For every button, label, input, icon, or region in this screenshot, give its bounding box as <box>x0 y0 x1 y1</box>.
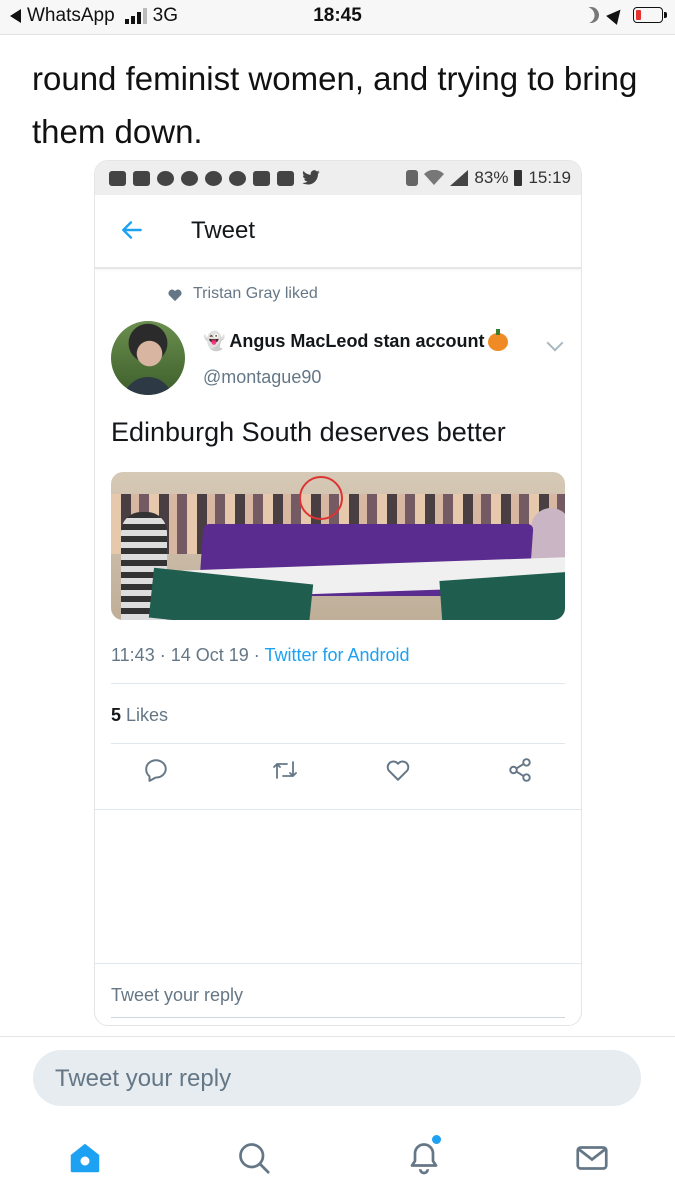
chat-notification-icon <box>157 170 174 186</box>
battery-icon <box>633 7 667 23</box>
messages-envelope-icon[interactable] <box>574 1140 610 1176</box>
notification-dot <box>432 1135 441 1144</box>
divider <box>95 963 581 964</box>
reply-input[interactable]: Tweet your reply <box>111 985 243 1006</box>
twitter-bird-icon <box>302 170 320 185</box>
android-battery-percent: 83% <box>474 168 509 187</box>
share-icon[interactable] <box>507 757 533 783</box>
divider <box>0 1036 675 1037</box>
divider <box>95 809 581 810</box>
back-arrow-icon[interactable] <box>119 217 145 243</box>
tweet-date: 14 Oct 19 <box>170 645 249 665</box>
like-icon[interactable] <box>385 757 411 783</box>
wifi-icon <box>424 170 445 185</box>
author-name-row[interactable]: 👻 Angus MacLeod stan account <box>203 328 509 352</box>
tweet-header: Tweet <box>95 195 581 269</box>
tweet-time: 11:43 <box>111 645 155 665</box>
location-icon <box>606 5 626 25</box>
divider <box>111 683 565 684</box>
chevron-down-icon[interactable] <box>546 334 564 352</box>
social-context: Tristan Gray liked <box>167 285 318 303</box>
android-status-time: 15:19 <box>528 168 571 187</box>
reply-field[interactable]: Tweet your reply <box>33 1050 641 1106</box>
home-icon[interactable] <box>66 1140 104 1176</box>
liked-by-label: Tristan Gray liked <box>193 285 318 302</box>
tweet-photo[interactable] <box>111 472 565 620</box>
author-handle[interactable]: @montague90 <box>203 367 321 388</box>
reply-icon[interactable] <box>143 757 169 783</box>
vibrate-icon <box>406 170 419 186</box>
heart-filled-icon <box>168 289 182 301</box>
retweet-icon[interactable] <box>271 757 299 783</box>
likes-count-row[interactable]: 5 Likes <box>111 705 168 726</box>
tweet-meta: 11:43 · 14 Oct 19 · Twitter for Android <box>111 645 410 665</box>
android-status-bar: 83% 15:19 <box>95 161 581 195</box>
ios-status-bar: WhatsApp 3G 18:45 <box>0 0 675 35</box>
intro-text: round feminist women, and trying to brin… <box>32 60 638 150</box>
embedded-screenshot: 83% 15:19 Tweet Tristan Gray liked 👻 Ang… <box>94 160 582 1026</box>
video-notification-icon <box>133 170 150 186</box>
red-circle-annotation <box>299 476 343 520</box>
tweet-source-link[interactable]: Twitter for Android <box>264 645 409 665</box>
header-title: Tweet <box>191 217 256 244</box>
status-time: 18:45 <box>313 5 362 26</box>
android-battery-icon <box>514 170 523 186</box>
bowl-notification-icon <box>181 170 198 186</box>
bowl-notification-icon <box>229 170 246 186</box>
bowl-notification-icon <box>205 170 222 186</box>
tweet-text: Edinburgh South deserves better <box>111 417 506 447</box>
app-notification-icon <box>109 170 126 186</box>
divider <box>111 743 565 744</box>
tweet-actions <box>95 757 581 797</box>
ghost-emoji-icon: 👻 <box>203 331 226 351</box>
mail-notification-icon <box>253 170 270 186</box>
likes-count: 5 <box>111 705 122 725</box>
gallery-notification-icon <box>277 170 294 186</box>
notifications-bell-icon[interactable] <box>406 1140 442 1176</box>
reply-field-placeholder: Tweet your reply <box>55 1065 232 1092</box>
cell-signal-icon <box>450 170 469 186</box>
display-name: Angus MacLeod stan account <box>229 331 485 351</box>
search-icon[interactable] <box>236 1140 272 1176</box>
reply-input-underline <box>111 1017 565 1018</box>
avatar[interactable] <box>111 321 185 395</box>
likes-label: Likes <box>126 705 169 725</box>
pumpkin-emoji-icon <box>488 328 509 351</box>
do-not-disturb-icon <box>580 4 602 26</box>
